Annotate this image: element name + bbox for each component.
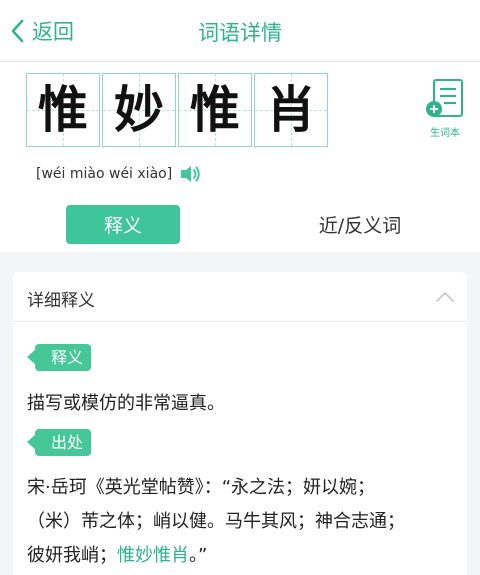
source-text: 宋·岳珂《英光堂帖赞》：“永之法；妍以婉； （米）芾之体；峭以健。马牛其风；神合…: [27, 471, 457, 573]
speaker-icon[interactable]: [178, 163, 202, 185]
highlighted-word: 惟妙惟肖: [117, 545, 189, 566]
vocab-label: 生词本: [430, 128, 460, 139]
source-line: 宋·岳珂《英光堂帖赞》：“永之法；妍以婉；: [27, 477, 376, 498]
char-tile: 妙: [102, 73, 176, 147]
nav-bar: 返回 词语详情: [0, 0, 480, 62]
source-text-part: 彼妍我峭；: [27, 545, 117, 566]
tab-synonyms[interactable]: 近/反义词: [290, 205, 430, 244]
source-line: 彼妍我峭；惟妙惟肖。”: [27, 539, 457, 573]
char-tile: 肖: [254, 73, 328, 147]
source-tag: 出处: [26, 429, 92, 456]
add-to-vocabulary-button[interactable]: 生词本: [420, 78, 470, 139]
char-tile: 惟: [178, 73, 252, 147]
word-char: 惟: [38, 81, 88, 139]
source-line: （米）芾之体；峭以健。马牛其风；神合志通；: [27, 511, 405, 532]
tab-definition[interactable]: 释义: [66, 205, 180, 244]
definition-text: 描写或模仿的非常逼真。: [27, 393, 225, 414]
char-tile: 惟: [26, 73, 100, 147]
chevron-up-icon[interactable]: [433, 286, 457, 308]
pinyin-text: [wéi miào wéi xiào]: [36, 166, 173, 182]
word-header-area: 返回 词语详情 惟 妙 惟 肖 生词本 [wéi miào wéi xiào]: [0, 0, 480, 252]
detail-card-header: 详细释义: [13, 272, 467, 322]
page-title: 词语详情: [198, 21, 282, 45]
word-char: 妙: [114, 81, 164, 139]
word-char: 肖: [266, 81, 316, 139]
word-char: 惟: [190, 81, 240, 139]
source-text-part: 。”: [189, 545, 208, 566]
word-tiles: 惟 妙 惟 肖: [26, 73, 330, 147]
pinyin-row: [wéi miào wéi xiào]: [36, 163, 202, 185]
detail-title: 详细释义: [27, 291, 95, 311]
add-note-icon: [426, 78, 466, 124]
detail-card: 详细释义 释义 描写或模仿的非常逼真。 出处 宋·岳珂《英光堂帖赞》：“永之法；…: [13, 272, 467, 575]
definition-tag: 释义: [26, 344, 92, 371]
